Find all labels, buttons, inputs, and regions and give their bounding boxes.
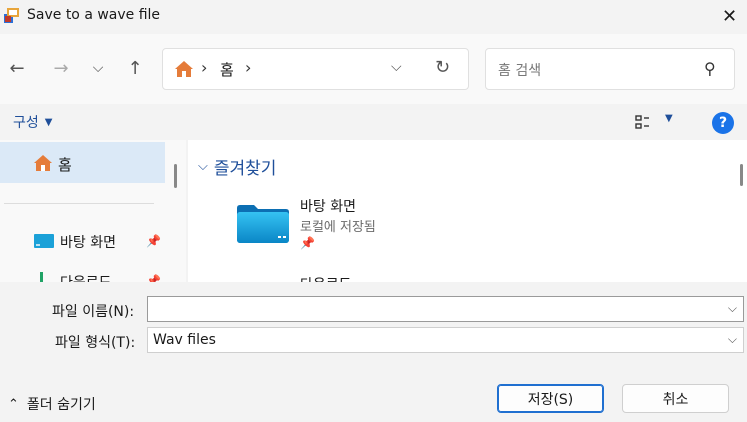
back-arrow-icon: ← [9, 57, 25, 79]
title-bar: Save to a wave file ✕ [0, 0, 747, 33]
sidebar-item-downloads[interactable]: 다운로드 📌 [0, 270, 165, 282]
list-item[interactable]: 바탕 화면 로컬에 저장됨 📌 [236, 194, 516, 254]
app-icon [4, 8, 19, 23]
help-icon[interactable]: ? [712, 112, 734, 134]
forward-arrow-icon: → [53, 57, 69, 79]
organize-label: 구성 [13, 115, 39, 131]
sidebar-item-label: 다운로드 [60, 272, 112, 282]
footer-bar: ⌃ 폴더 숨기기 저장(S) 취소 [0, 366, 747, 422]
section-title: 즐겨찾기 [213, 159, 277, 179]
forward-button[interactable]: → [49, 54, 73, 82]
navigation-pane: 홈 바탕 화면 📌 다운로드 📌 [0, 140, 186, 282]
search-icon[interactable]: ⚲ [704, 59, 716, 78]
quick-access-header[interactable]: ⌵ 즐겨찾기 [198, 154, 276, 179]
view-dropdown-icon[interactable]: ▼ [665, 113, 673, 124]
hide-folders-label: 폴더 숨기기 [26, 397, 96, 413]
file-fields: 파일 이름(N): ⌵ 파일 형식(T): Wav files ⌵ [0, 282, 747, 366]
chevron-down-icon: ⌵ [92, 60, 104, 76]
scrollbar[interactable] [740, 164, 743, 186]
pin-icon: 📌 [146, 234, 161, 248]
scrollbar[interactable] [174, 164, 177, 188]
back-button[interactable]: ← [5, 54, 29, 82]
download-icon [40, 272, 43, 282]
close-button[interactable]: ✕ [712, 0, 747, 33]
breadcrumb-separator: › [201, 58, 208, 77]
filetype-label: 파일 형식(T): [55, 335, 136, 351]
chevron-down-icon[interactable]: ⌵ [728, 332, 737, 347]
search-box[interactable]: 홈 검색 ⚲ [485, 48, 735, 90]
window-title: Save to a wave file [27, 7, 161, 23]
chevron-down-icon[interactable]: ⌵ [728, 301, 737, 316]
filetype-select[interactable]: Wav files ⌵ [147, 327, 744, 353]
filename-label: 파일 이름(N): [52, 304, 135, 320]
filename-field[interactable]: ⌵ [147, 296, 744, 322]
caret-down-icon: ▼ [44, 116, 53, 128]
sidebar-item-label: 홈 [58, 156, 72, 174]
close-icon: ✕ [721, 6, 738, 27]
sidebar-item-desktop[interactable]: 바탕 화면 📌 [0, 228, 165, 256]
sidebar-item-label: 바탕 화면 [60, 235, 116, 251]
navigation-bar: ← → ⌵ ↑ › 홈 › ⌵ ↻ 홈 검색 ⚲ [0, 34, 747, 104]
cancel-button[interactable]: 취소 [622, 384, 729, 413]
view-options-icon[interactable] [635, 114, 655, 130]
divider [4, 203, 154, 204]
save-button[interactable]: 저장(S) [497, 384, 604, 413]
breadcrumb-separator[interactable]: › [245, 58, 251, 77]
content-pane: ⌵ 즐겨찾기 바탕 화면 로컬에 저장됨 📌 다운로드 [188, 140, 747, 282]
chevron-up-icon: ⌃ [8, 396, 19, 412]
pin-icon: 📌 [146, 274, 161, 282]
address-bar[interactable]: › 홈 › ⌵ ↻ [162, 48, 469, 90]
chevron-down-icon: ⌵ [198, 159, 208, 174]
breadcrumb-home[interactable]: 홈 [220, 59, 234, 80]
up-arrow-icon: ↑ [127, 57, 143, 79]
sidebar-item-home[interactable]: 홈 [0, 142, 165, 183]
refresh-icon[interactable]: ↻ [435, 57, 450, 78]
search-input[interactable]: 홈 검색 [498, 60, 541, 80]
desktop-icon [34, 234, 54, 248]
home-icon [34, 155, 52, 171]
item-title: 바탕 화면 [300, 199, 356, 215]
folder-icon [237, 205, 289, 243]
organize-button[interactable]: 구성 ▼ [13, 112, 52, 132]
hide-folders-toggle[interactable]: ⌃ 폴더 숨기기 [8, 394, 96, 414]
recent-locations-button[interactable]: ⌵ [86, 54, 110, 82]
list-item[interactable]: 다운로드 [300, 274, 352, 282]
address-dropdown-icon[interactable]: ⌵ [391, 59, 402, 75]
filetype-value: Wav files [153, 332, 216, 348]
home-icon [175, 61, 193, 77]
pin-icon: 📌 [300, 236, 315, 250]
command-bar: 구성 ▼ ▼ ? [0, 104, 747, 140]
up-button[interactable]: ↑ [123, 54, 147, 82]
item-status: 로컬에 저장됨 [300, 220, 376, 235]
